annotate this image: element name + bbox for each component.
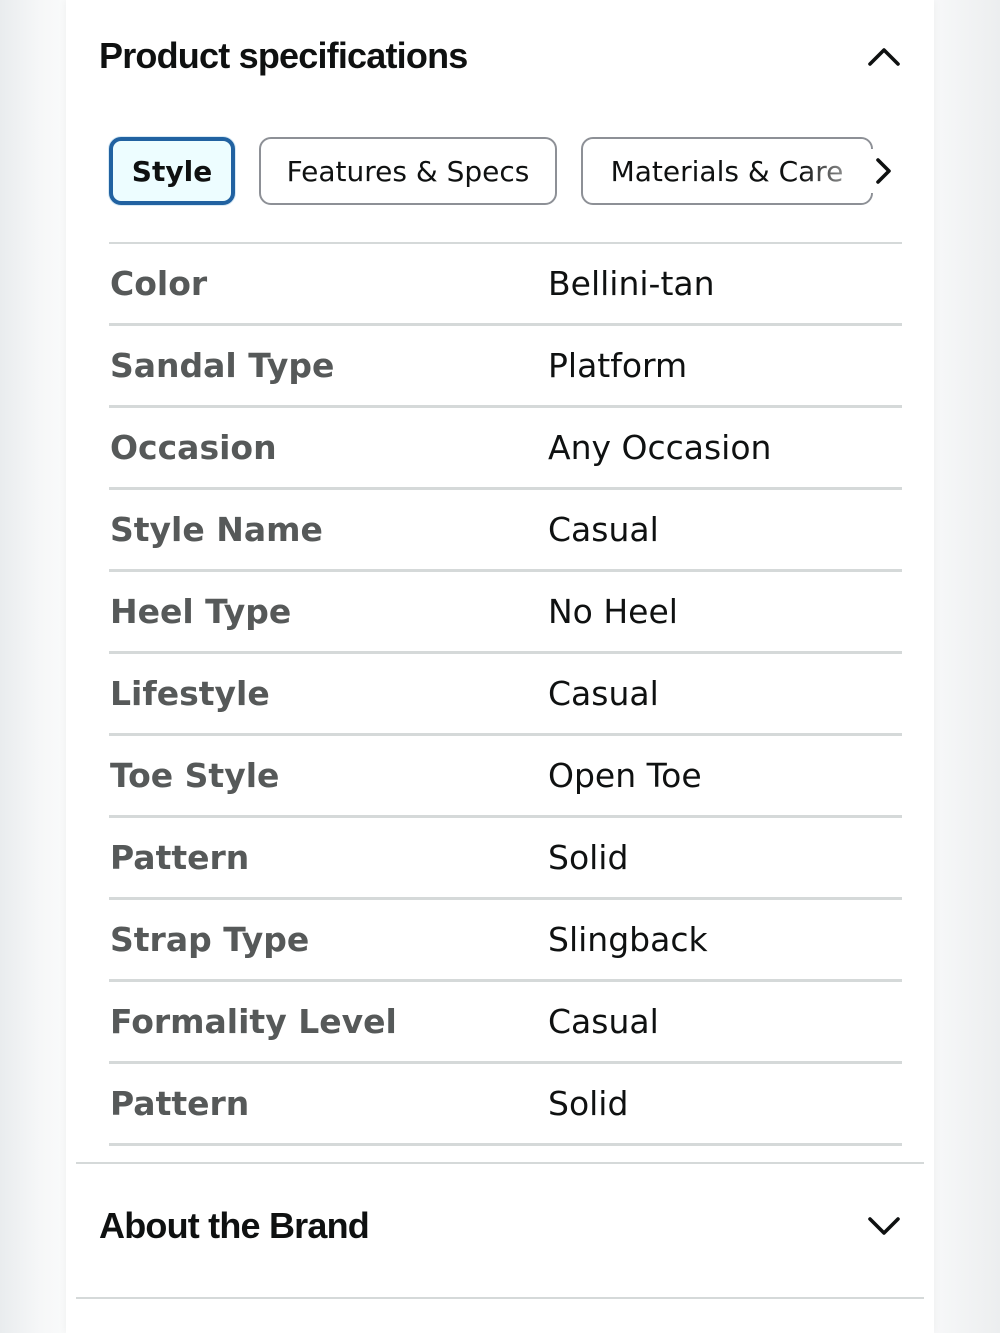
section-divider (76, 1162, 924, 1164)
table-row: Strap Type Slingback (109, 900, 902, 982)
spec-value: Casual (548, 1002, 659, 1041)
spec-key: Sandal Type (110, 346, 335, 385)
tab-materials-care[interactable]: Materials & Care (581, 137, 873, 205)
spec-key: Toe Style (110, 756, 280, 795)
spec-value: Casual (548, 510, 659, 549)
tab-label: Materials & Care (610, 154, 844, 188)
chevron-down-icon[interactable] (864, 1206, 904, 1246)
spec-value: Solid (548, 1084, 629, 1123)
table-row: Pattern Solid (109, 1064, 902, 1146)
chevron-right-icon[interactable] (864, 149, 904, 193)
table-row: Style Name Casual (109, 490, 902, 572)
spec-value: No Heel (548, 592, 678, 631)
spec-key: Style Name (110, 510, 323, 549)
product-specifications-header[interactable]: Product specifications (99, 30, 904, 82)
table-row: Pattern Solid (109, 818, 902, 900)
section-title: Product specifications (99, 35, 468, 76)
table-row: Occasion Any Occasion (109, 408, 902, 490)
spec-key: Occasion (110, 428, 277, 467)
spec-value: Slingback (548, 920, 708, 959)
spec-key: Formality Level (110, 1002, 397, 1041)
spec-value: Any Occasion (548, 428, 772, 467)
spec-key: Heel Type (110, 592, 292, 631)
table-row: Lifestyle Casual (109, 654, 902, 736)
spec-value: Casual (548, 674, 659, 713)
spec-value: Open Toe (548, 756, 702, 795)
spec-key: Pattern (110, 838, 250, 877)
product-details-card: Product specifications Style Features & … (66, 0, 934, 1333)
spec-key: Lifestyle (110, 674, 270, 713)
spec-table: Color Bellini-tan Sandal Type Platform O… (109, 242, 902, 1146)
table-row: Toe Style Open Toe (109, 736, 902, 818)
section-title: About the Brand (99, 1205, 370, 1246)
table-row: Heel Type No Heel (109, 572, 902, 654)
spec-key: Pattern (110, 1084, 250, 1123)
spec-key: Color (110, 264, 208, 303)
spec-key: Strap Type (110, 920, 310, 959)
tab-label: Style (131, 154, 213, 188)
spec-value: Bellini-tan (548, 264, 715, 303)
tab-label: Features & Specs (286, 154, 530, 188)
table-row: Color Bellini-tan (109, 244, 902, 326)
tab-features-specs[interactable]: Features & Specs (259, 137, 557, 205)
spec-tabs: Style Features & Specs Materials & Care (109, 135, 904, 207)
spec-value: Solid (548, 838, 629, 877)
section-divider (76, 1297, 924, 1299)
spec-value: Platform (548, 346, 688, 385)
table-row: Sandal Type Platform (109, 326, 902, 408)
tab-style[interactable]: Style (109, 137, 235, 205)
about-brand-header[interactable]: About the Brand (99, 1200, 904, 1252)
table-row: Formality Level Casual (109, 982, 902, 1064)
chevron-up-icon[interactable] (864, 36, 904, 76)
